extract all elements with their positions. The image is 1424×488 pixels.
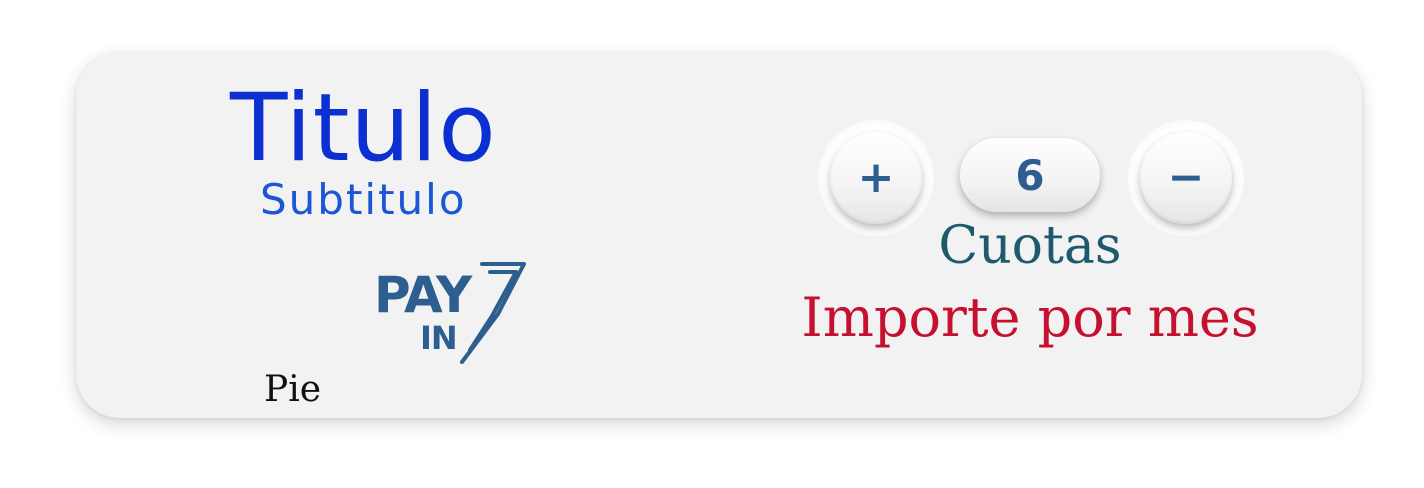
logo-seven-mark: [460, 262, 526, 364]
card-footer: Pie: [264, 369, 322, 410]
minus-icon: −: [1167, 152, 1205, 203]
plus-icon: +: [857, 152, 895, 203]
installments-count: 6: [960, 138, 1100, 212]
decrease-installments-button[interactable]: −: [1140, 132, 1232, 224]
card-subtitle: Subtitulo: [260, 175, 467, 224]
installments-label: Cuotas: [938, 216, 1122, 276]
increase-installments-button[interactable]: +: [830, 132, 922, 224]
payin7-logo: PAY IN: [370, 258, 534, 370]
card-title: Titulo: [230, 74, 497, 183]
monthly-amount-label: Importe por mes: [801, 286, 1259, 349]
